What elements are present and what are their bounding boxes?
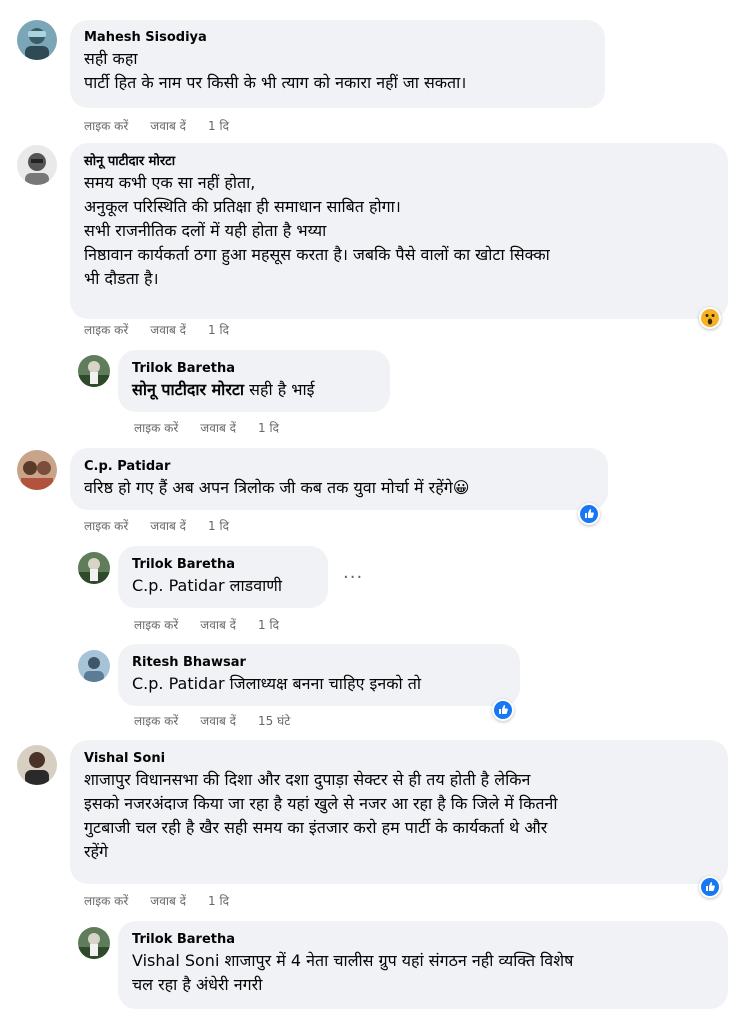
reply-button[interactable]: जवाब दें bbox=[150, 894, 186, 908]
comment-actions: लाइक करें जवाब दें 1 दि bbox=[84, 518, 229, 534]
comment-author[interactable]: Vishal Soni bbox=[84, 750, 716, 768]
reply-bubble: Trilok Baretha सोनू पाटीदार मोरटा सही है… bbox=[118, 350, 390, 412]
comment-author[interactable]: Trilok Baretha bbox=[132, 556, 316, 574]
reply-text: जिलाध्यक्ष बनना चाहिए इनको तो bbox=[224, 674, 422, 693]
avatar[interactable] bbox=[78, 355, 110, 387]
comment-author[interactable]: Ritesh Bhawsar bbox=[132, 654, 508, 672]
comment-text: Vishal Soni शाजापुर में 4 नेता चालीस ग्र… bbox=[132, 949, 716, 997]
avatar[interactable] bbox=[78, 650, 110, 682]
comment-text: समय कभी एक सा नहीं होता, अनुकूल परिस्थित… bbox=[84, 173, 550, 288]
comment-time[interactable]: 1 दि bbox=[258, 618, 279, 632]
reply-button[interactable]: जवाब दें bbox=[150, 519, 186, 533]
comment-text: वरिष्ठ हो गए हैं अब अपन त्रिलोक जी कब तक… bbox=[84, 478, 470, 497]
avatar[interactable] bbox=[78, 927, 110, 959]
avatar[interactable] bbox=[17, 745, 57, 785]
like-reaction-icon[interactable] bbox=[699, 876, 721, 898]
comment-text: सही कहा पार्टी हित के नाम पर किसी के भी … bbox=[84, 49, 467, 92]
comment-text: शाजापुर विधानसभा की दिशा और दशा दुपाड़ा … bbox=[84, 770, 558, 861]
reply-text: सही है भाई bbox=[244, 380, 315, 399]
comment-author[interactable]: सोनू पाटीदार मोरटा bbox=[84, 153, 716, 171]
reply-button[interactable]: जवाब दें bbox=[200, 618, 236, 632]
wow-reaction-icon[interactable] bbox=[699, 307, 721, 329]
reply-text: लाडवाणी bbox=[224, 576, 282, 595]
mention-link[interactable]: C.p. Patidar bbox=[132, 576, 225, 595]
avatar[interactable] bbox=[17, 450, 57, 490]
comment-text: C.p. Patidar लाडवाणी bbox=[132, 574, 316, 598]
comment-time[interactable]: 1 दि bbox=[208, 119, 229, 133]
reply-button[interactable]: जवाब दें bbox=[200, 714, 236, 728]
more-options-button[interactable]: ··· bbox=[343, 567, 363, 588]
avatar[interactable] bbox=[17, 145, 57, 185]
reply-button[interactable]: जवाब दें bbox=[200, 421, 236, 435]
comment-text: सोनू पाटीदार मोरटा सही है भाई bbox=[132, 378, 378, 402]
mention-link[interactable]: सोनू पाटीदार मोरटा bbox=[132, 380, 244, 399]
comment-actions: लाइक करें जवाब दें 1 दि bbox=[84, 322, 229, 338]
comment-time[interactable]: 1 दि bbox=[208, 519, 229, 533]
comment-time[interactable]: 1 दि bbox=[258, 421, 279, 435]
like-button[interactable]: लाइक करें bbox=[134, 714, 178, 728]
comment-actions: लाइक करें जवाब दें 1 दि bbox=[84, 118, 229, 134]
comment-actions: लाइक करें जवाब दें 15 घंटे bbox=[134, 713, 290, 729]
avatar[interactable] bbox=[17, 20, 57, 60]
comment-bubble: Vishal Soni शाजापुर विधानसभा की दिशा और … bbox=[70, 740, 728, 884]
reply-button[interactable]: जवाब दें bbox=[150, 119, 186, 133]
comment-author[interactable]: Trilok Baretha bbox=[132, 360, 378, 378]
like-button[interactable]: लाइक करें bbox=[84, 519, 128, 533]
reply-button[interactable]: जवाब दें bbox=[150, 323, 186, 337]
comment-time[interactable]: 15 घंटे bbox=[258, 714, 290, 728]
comment-author[interactable]: Mahesh Sisodiya bbox=[84, 29, 593, 47]
comment-time[interactable]: 1 दि bbox=[208, 894, 229, 908]
like-button[interactable]: लाइक करें bbox=[84, 119, 128, 133]
comment-bubble: Mahesh Sisodiya सही कहा पार्टी हित के ना… bbox=[70, 20, 605, 108]
comment-author[interactable]: Trilok Baretha bbox=[132, 931, 716, 949]
comment-text: C.p. Patidar जिलाध्यक्ष बनना चाहिए इनको … bbox=[132, 672, 508, 696]
mention-link[interactable]: C.p. Patidar bbox=[132, 674, 225, 693]
reply-bubble: Trilok Baretha Vishal Soni शाजापुर में 4… bbox=[118, 921, 728, 1009]
reply-bubble: Ritesh Bhawsar C.p. Patidar जिलाध्यक्ष ब… bbox=[118, 644, 520, 706]
like-button[interactable]: लाइक करें bbox=[134, 618, 178, 632]
like-reaction-icon[interactable] bbox=[492, 699, 514, 721]
like-reaction-icon[interactable] bbox=[578, 503, 600, 525]
avatar[interactable] bbox=[78, 552, 110, 584]
like-button[interactable]: लाइक करें bbox=[84, 894, 128, 908]
comment-actions: लाइक करें जवाब दें 1 दि bbox=[84, 893, 229, 909]
reply-bubble: Trilok Baretha C.p. Patidar लाडवाणी bbox=[118, 546, 328, 608]
comment-actions: लाइक करें जवाब दें 1 दि bbox=[134, 420, 279, 436]
mention-link[interactable]: Vishal Soni bbox=[132, 951, 219, 970]
like-button[interactable]: लाइक करें bbox=[84, 323, 128, 337]
comment-bubble: सोनू पाटीदार मोरटा समय कभी एक सा नहीं हो… bbox=[70, 143, 728, 319]
comment-bubble: C.p. Patidar वरिष्ठ हो गए हैं अब अपन त्र… bbox=[70, 448, 608, 510]
comment-author[interactable]: C.p. Patidar bbox=[84, 458, 596, 476]
comment-actions: लाइक करें जवाब दें 1 दि bbox=[134, 617, 279, 633]
comment-time[interactable]: 1 दि bbox=[208, 323, 229, 337]
like-button[interactable]: लाइक करें bbox=[134, 421, 178, 435]
